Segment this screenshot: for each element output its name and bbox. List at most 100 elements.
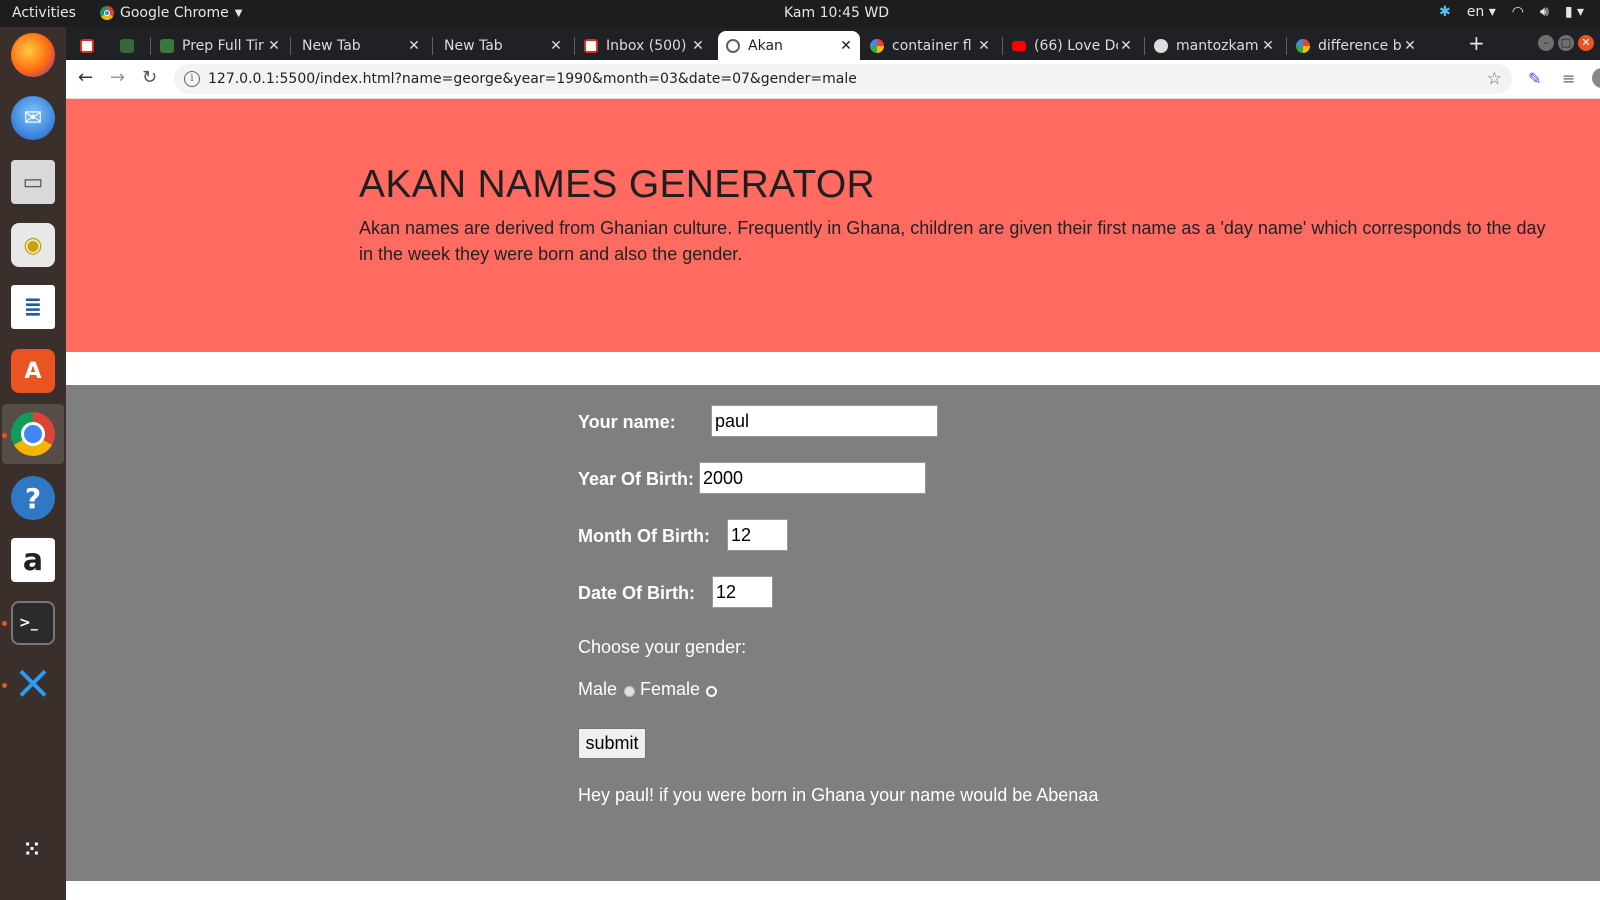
volume-icon: 🔊︎: [1539, 4, 1549, 20]
tab-difference[interactable]: difference b ✕: [1288, 31, 1424, 60]
date-input[interactable]: 12: [712, 576, 773, 608]
female-radio[interactable]: [706, 686, 717, 697]
clock[interactable]: Kam 10:45 WD: [784, 5, 889, 21]
close-icon[interactable]: ✕: [1402, 38, 1418, 54]
name-label: Your name:: [578, 412, 676, 432]
tab-title: New Tab: [302, 37, 361, 54]
browser-toolbar: ← → ↻ i 127.0.0.1:5500/index.html?name=g…: [66, 60, 1600, 99]
name-input[interactable]: paul: [711, 405, 938, 437]
tab-inbox[interactable]: Inbox (500) ✕: [576, 31, 712, 60]
maximize-button[interactable]: □: [1558, 35, 1574, 51]
tab-title: Akan: [748, 37, 783, 54]
google-icon: [1296, 38, 1310, 53]
month-input[interactable]: 12: [727, 519, 788, 551]
software-icon[interactable]: A: [11, 349, 55, 393]
page-description: Akan names are derived from Ghanian cult…: [359, 218, 1546, 264]
tab-icon: [160, 38, 174, 53]
tab-github[interactable]: mantozkam ✕: [1146, 31, 1282, 60]
running-indicator: [2, 621, 7, 626]
submit-button[interactable]: submit: [578, 728, 646, 759]
date-label: Date Of Birth:: [578, 583, 695, 603]
tab-new-1[interactable]: New Tab ✕: [292, 31, 428, 60]
female-label: Female: [640, 679, 701, 699]
terminal-icon[interactable]: >_: [11, 601, 55, 645]
running-indicator: [2, 683, 7, 688]
activities-button[interactable]: Activities: [12, 5, 76, 21]
month-label: Month Of Birth:: [578, 526, 710, 546]
info-icon[interactable]: i: [184, 71, 200, 87]
github-icon: [1154, 38, 1168, 53]
tab-container[interactable]: container fl ✕: [862, 31, 998, 60]
tab-title: mantozkam: [1176, 37, 1259, 54]
extension-icon[interactable]: ✎: [1528, 69, 1541, 88]
tab-title: difference b: [1318, 37, 1402, 54]
tab-akan[interactable]: Akan ✕: [718, 31, 860, 60]
back-icon[interactable]: ←: [78, 67, 93, 88]
gmail-icon: [80, 38, 94, 53]
gmail-icon: [584, 38, 598, 53]
amazon-icon[interactable]: a: [11, 538, 55, 582]
tab-title: Prep Full Tir: [182, 37, 264, 54]
chrome-icon[interactable]: [11, 412, 55, 456]
minimize-button[interactable]: –: [1538, 35, 1554, 51]
close-icon[interactable]: ✕: [548, 38, 564, 54]
year-label: Year Of Birth:: [578, 469, 695, 489]
close-icon[interactable]: ✕: [266, 38, 282, 54]
close-icon[interactable]: ✕: [838, 38, 854, 54]
forward-icon[interactable]: →: [110, 67, 125, 88]
close-icon[interactable]: ✕: [1118, 38, 1134, 54]
close-window-button[interactable]: ✕: [1578, 35, 1594, 51]
youtube-icon: [1012, 40, 1026, 51]
notification-icon[interactable]: ✱: [1439, 4, 1451, 20]
close-icon[interactable]: ✕: [690, 38, 706, 54]
result-message: Hey paul! if you were born in Ghana your…: [578, 785, 1099, 805]
address-bar[interactable]: i 127.0.0.1:5500/index.html?name=george&…: [174, 64, 1512, 94]
google-icon: [870, 38, 884, 53]
close-icon[interactable]: ✕: [976, 38, 992, 54]
rhythmbox-icon[interactable]: ◉: [11, 223, 55, 267]
close-icon[interactable]: ✕: [1260, 38, 1276, 54]
male-radio[interactable]: [624, 686, 635, 697]
tab-icon: [120, 38, 134, 53]
app-menu-label: Google Chrome: [120, 5, 229, 21]
url-text: 127.0.0.1:5500/index.html?name=george&ye…: [208, 71, 857, 87]
hero-banner: AKAN NAMES GENERATOR Akan names are deri…: [66, 99, 1600, 352]
page-content: AKAN NAMES GENERATOR Akan names are deri…: [66, 99, 1600, 900]
chevron-down-icon: ▼: [234, 7, 243, 19]
close-icon[interactable]: ✕: [406, 38, 422, 54]
tab-title: container fl: [892, 37, 972, 54]
help-icon[interactable]: ?: [11, 476, 55, 520]
tab-pinned[interactable]: [112, 31, 152, 60]
app-grid-icon[interactable]: ⁙: [11, 827, 55, 871]
system-tray[interactable]: ✱ en ▾ ◠ 🔊︎ ▮ ▾: [1439, 4, 1584, 20]
reload-icon[interactable]: ↻: [142, 67, 157, 88]
akan-form: Your name: paul Year Of Birth: 2000 Mont…: [66, 385, 1600, 881]
language-indicator[interactable]: en ▾: [1467, 4, 1496, 20]
dock: ✉ ▭ ◉ ≣ A ? a >_ ⨉ ⁙: [0, 27, 66, 900]
thunderbird-icon[interactable]: ✉: [11, 96, 55, 140]
firefox-icon[interactable]: [11, 33, 55, 77]
battery-icon: ▮ ▾: [1564, 4, 1584, 20]
male-label: Male: [578, 679, 618, 699]
wifi-icon: ◠: [1511, 4, 1524, 20]
writer-icon[interactable]: ≣: [11, 285, 55, 329]
tab-new-2[interactable]: New Tab ✕: [434, 31, 570, 60]
page-title: AKAN NAMES GENERATOR: [359, 163, 875, 206]
app-menu[interactable]: Google Chrome ▼: [100, 5, 242, 21]
vscode-icon[interactable]: ⨉: [11, 663, 55, 707]
year-input[interactable]: 2000: [699, 462, 926, 494]
tab-youtube[interactable]: (66) Love Do ✕: [1004, 31, 1140, 60]
tab-prep[interactable]: Prep Full Tir ✕: [152, 31, 288, 60]
new-tab-button[interactable]: +: [1468, 31, 1485, 55]
media-queue-icon[interactable]: ≡: [1562, 69, 1575, 88]
chrome-icon: [100, 6, 114, 20]
bookmark-star-icon[interactable]: ☆: [1487, 69, 1502, 89]
avatar[interactable]: [1592, 68, 1600, 88]
system-top-bar: Activities Google Chrome ▼ Kam 10:45 WD …: [0, 0, 1600, 27]
tab-strip: Prep Full Tir ✕ New Tab ✕ New Tab ✕ Inbo…: [66, 27, 1600, 60]
tab-title: New Tab: [444, 37, 503, 54]
gender-prompt: Choose your gender:: [578, 637, 747, 657]
files-icon[interactable]: ▭: [11, 160, 55, 204]
globe-icon: [726, 38, 740, 53]
tab-title: Inbox (500): [606, 37, 687, 54]
